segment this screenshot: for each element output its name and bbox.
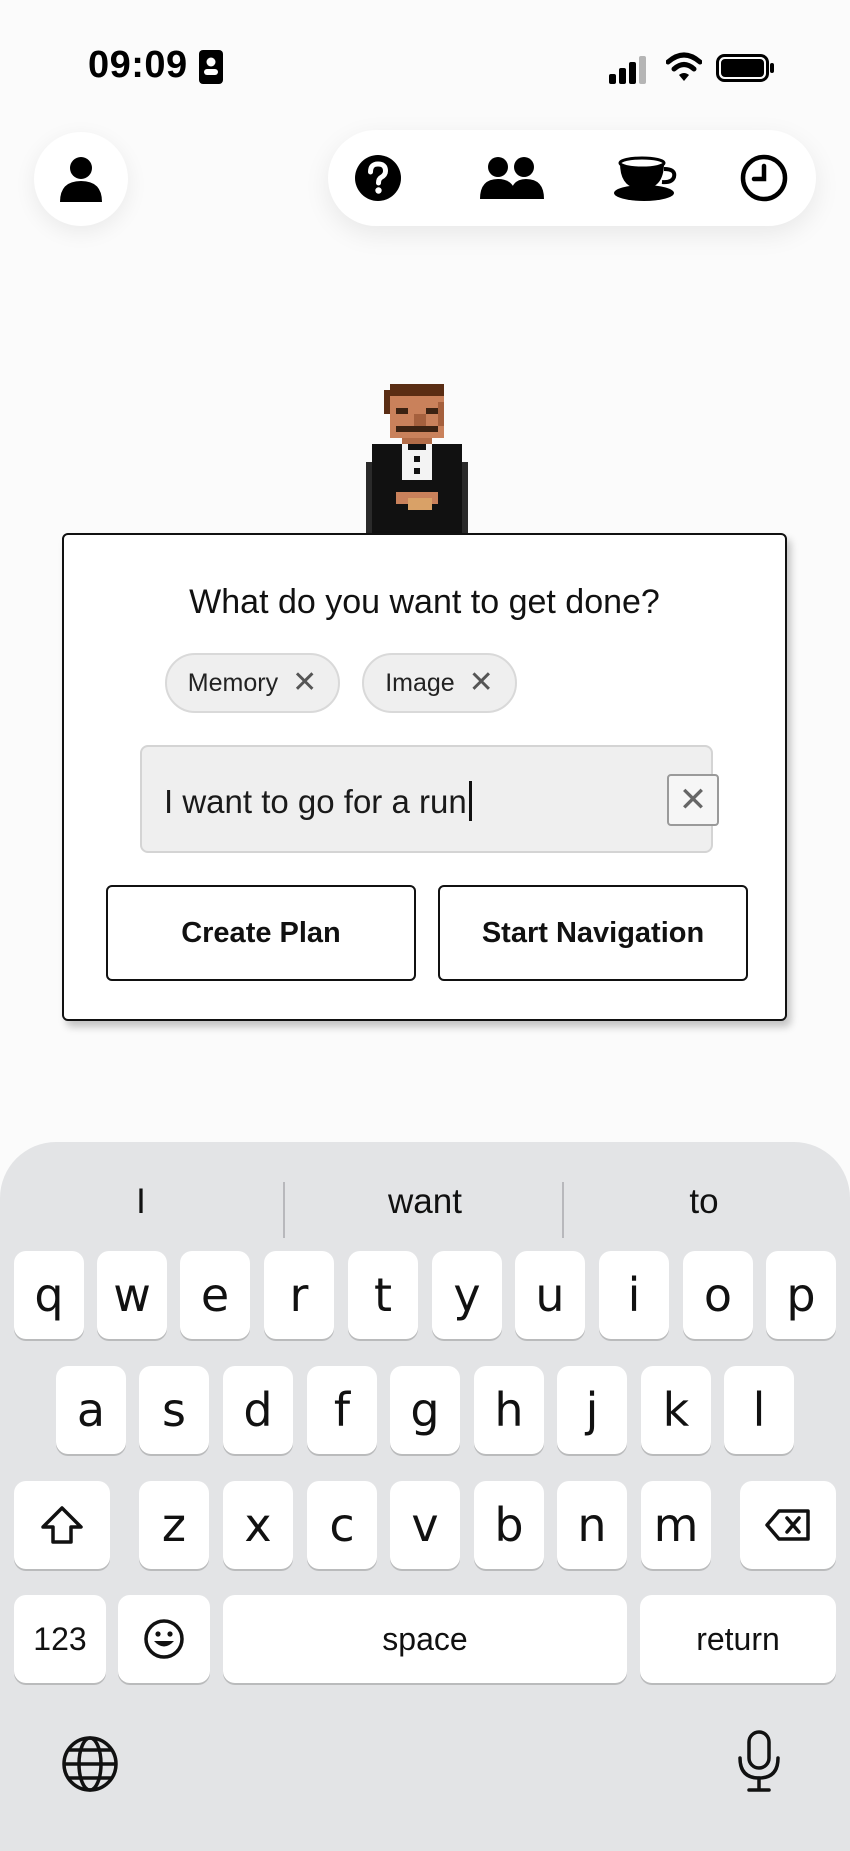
space-key[interactable]: space bbox=[223, 1595, 627, 1683]
key[interactable]: s bbox=[139, 1366, 209, 1454]
suggestion-divider bbox=[283, 1182, 285, 1238]
key[interactable]: z bbox=[139, 1481, 209, 1569]
task-input-value: I want to go for a run bbox=[164, 783, 467, 820]
key[interactable]: c bbox=[307, 1481, 377, 1569]
microphone-icon[interactable] bbox=[736, 1730, 782, 1792]
key[interactable]: y bbox=[432, 1251, 502, 1339]
key[interactable]: o bbox=[683, 1251, 753, 1339]
butler-character bbox=[366, 384, 468, 534]
task-input[interactable]: I want to go for a run bbox=[140, 745, 713, 853]
battery-icon bbox=[716, 54, 774, 82]
key[interactable]: q bbox=[14, 1251, 84, 1339]
text-caret bbox=[468, 781, 472, 821]
shift-key[interactable] bbox=[14, 1481, 110, 1569]
globe-icon[interactable] bbox=[60, 1734, 120, 1794]
key[interactable]: e bbox=[180, 1251, 250, 1339]
numbers-key[interactable]: 123 bbox=[14, 1595, 106, 1683]
suggestion-item[interactable]: to bbox=[565, 1162, 843, 1242]
backspace-key[interactable] bbox=[740, 1481, 836, 1569]
people-icon bbox=[480, 157, 544, 199]
key[interactable]: m bbox=[641, 1481, 711, 1569]
top-nav-bar bbox=[328, 130, 816, 226]
key[interactable]: t bbox=[348, 1251, 418, 1339]
key[interactable]: w bbox=[97, 1251, 167, 1339]
help-button[interactable] bbox=[330, 130, 426, 226]
cellular-signal-icon bbox=[609, 56, 646, 84]
people-button[interactable] bbox=[464, 130, 560, 226]
key[interactable]: r bbox=[264, 1251, 334, 1339]
key[interactable]: i bbox=[599, 1251, 669, 1339]
key[interactable]: n bbox=[557, 1481, 627, 1569]
backspace-icon bbox=[765, 1509, 810, 1541]
suggestion-item[interactable]: I bbox=[2, 1162, 280, 1242]
chip-remove-icon[interactable]: ✕ bbox=[469, 668, 494, 698]
key[interactable]: h bbox=[474, 1366, 544, 1454]
key[interactable]: j bbox=[557, 1366, 627, 1454]
key[interactable]: a bbox=[56, 1366, 126, 1454]
clear-input-button[interactable]: ✕ bbox=[667, 774, 719, 826]
chip-label: Image bbox=[385, 668, 455, 697]
help-icon bbox=[355, 155, 401, 201]
key[interactable]: u bbox=[515, 1251, 585, 1339]
suggestion-divider bbox=[562, 1182, 564, 1238]
key[interactable]: p bbox=[766, 1251, 836, 1339]
wifi-icon bbox=[666, 52, 702, 81]
key[interactable]: b bbox=[474, 1481, 544, 1569]
emoji-key[interactable] bbox=[118, 1595, 210, 1683]
key[interactable]: g bbox=[390, 1366, 460, 1454]
key[interactable]: k bbox=[641, 1366, 711, 1454]
profile-button[interactable] bbox=[34, 132, 128, 226]
suggestion-bar: I want to bbox=[0, 1162, 850, 1242]
keyboard: I want to q w e r t y u i o p a s d f g … bbox=[0, 1142, 850, 1851]
return-key[interactable]: return bbox=[640, 1595, 836, 1683]
chip-memory[interactable]: Memory ✕ bbox=[165, 653, 340, 713]
clock-icon bbox=[740, 154, 788, 202]
emoji-icon bbox=[144, 1619, 184, 1659]
history-button[interactable] bbox=[716, 130, 812, 226]
key[interactable]: x bbox=[223, 1481, 293, 1569]
person-icon bbox=[60, 157, 102, 202]
coffee-cup-icon bbox=[614, 156, 677, 201]
key[interactable]: f bbox=[307, 1366, 377, 1454]
start-navigation-button[interactable]: Start Navigation bbox=[438, 885, 748, 981]
key[interactable]: v bbox=[390, 1481, 460, 1569]
shift-icon bbox=[41, 1506, 83, 1544]
card-title: What do you want to get done? bbox=[189, 583, 660, 621]
id-card-icon bbox=[199, 50, 223, 84]
task-card: What do you want to get done? Memory ✕ I… bbox=[62, 533, 787, 1021]
chip-label: Memory bbox=[187, 668, 279, 697]
status-time: 09:09 bbox=[88, 44, 188, 86]
chip-image[interactable]: Image ✕ bbox=[362, 653, 517, 713]
status-bar: 09:09 bbox=[0, 0, 850, 140]
coffee-button[interactable] bbox=[598, 130, 694, 226]
key[interactable]: l bbox=[724, 1366, 794, 1454]
chip-remove-icon[interactable]: ✕ bbox=[292, 668, 317, 698]
create-plan-button[interactable]: Create Plan bbox=[106, 885, 416, 981]
suggestion-item[interactable]: want bbox=[286, 1162, 564, 1242]
key[interactable]: d bbox=[223, 1366, 293, 1454]
